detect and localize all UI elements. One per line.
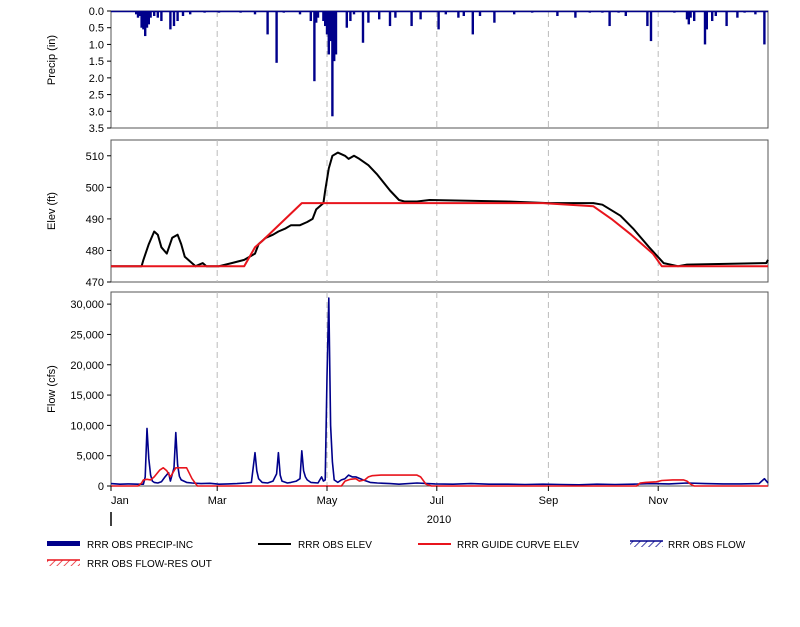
precip-bar [705, 11, 708, 30]
precip-bar [608, 11, 611, 27]
precip-bar [763, 11, 766, 45]
precip-bar [349, 11, 352, 22]
precip-bar [493, 11, 496, 23]
precip-bar [361, 11, 365, 43]
legend-label: RRR OBS ELEV [298, 540, 372, 551]
x-axis: Jan Mar May Jul Sep Nov 2010 [110, 486, 668, 526]
panel-precip: 0.0 0.5 1.0 1.5 2.0 2.5 3.0 3.5 Precip (in) [46, 6, 769, 135]
legend-entry: RRR GUIDE CURVE ELEV [418, 540, 579, 551]
y-tick-label: 25,000 [70, 329, 104, 341]
precip-bar [266, 11, 269, 35]
legend-entry: RRR OBS FLOW [630, 540, 746, 551]
y-tick-label: 10,000 [70, 420, 104, 432]
precip-bar [437, 11, 440, 30]
precip-bar [419, 11, 422, 20]
panel-frame [110, 291, 769, 487]
precip-bar [169, 11, 172, 30]
y-tick-label: 20,000 [70, 360, 104, 372]
y-tick-label: 480 [86, 245, 104, 257]
legend-swatch [47, 560, 80, 566]
precip-bar [345, 11, 348, 28]
precip-bar [693, 11, 696, 22]
legend-label: RRR OBS FLOW [668, 540, 746, 551]
x-tick-label: Jul [430, 495, 444, 507]
y-axis-label: Precip (in) [46, 35, 58, 85]
y-axis-label: Elev (ft) [46, 192, 58, 230]
y-tick-label: 490 [86, 214, 104, 226]
legend-entry: RRR OBS ELEV [258, 540, 372, 551]
legend: RRR OBS PRECIP-INC RRR OBS ELEV RRR GUIDE … [47, 540, 746, 570]
panel-elev: 470 480 490 500 510 Elev (ft) [46, 139, 769, 289]
precip-bar [471, 11, 474, 35]
y-axis-label: Flow (cfs) [46, 365, 58, 413]
legend-label: RRR OBS FLOW-RES OUT [87, 559, 212, 570]
legend-entry: RRR OBS PRECIP-INC [47, 540, 193, 551]
x-tick-label: Jan [111, 495, 129, 507]
precip-bar [646, 11, 649, 27]
y-tick-label: 0 [98, 481, 104, 493]
y-tick-label: 0.5 [89, 23, 104, 35]
y-tick-label: 500 [86, 182, 104, 194]
y-tick-label: 0.0 [89, 6, 104, 18]
x-tick-label: Sep [539, 495, 559, 507]
y-tick-label: 1.0 [89, 39, 104, 51]
precip-bar [711, 11, 714, 22]
x-tick-label: May [317, 495, 338, 507]
y-tick-label: 5,000 [76, 451, 104, 463]
precip-bar [176, 11, 179, 22]
hydrograph-chart: 0.0 0.5 1.0 1.5 2.0 2.5 3.0 3.5 Precip (in) 470 48… [46, 6, 769, 570]
y-tick-label: 15,000 [70, 390, 104, 402]
y-tick-label: 3.5 [89, 123, 104, 135]
precip-bar [160, 11, 163, 22]
precip-bar [378, 11, 381, 20]
y-tick-label: 1.5 [89, 56, 104, 68]
chart-panels: 0.0 0.5 1.0 1.5 2.0 2.5 3.0 3.5 Precip (in) 470 48… [46, 6, 769, 493]
precip-bar [275, 11, 278, 63]
year-label: 2010 [427, 514, 451, 526]
y-tick-label: 2.0 [89, 73, 104, 85]
precip-bar [649, 11, 653, 42]
x-tick-label: Mar [208, 495, 227, 507]
legend-label: RRR OBS PRECIP-INC [87, 540, 193, 551]
precip-bar [725, 11, 728, 27]
precip-bar [172, 11, 176, 27]
x-tick-label: Nov [648, 495, 668, 507]
precip-bar [410, 11, 413, 27]
precip-bar [334, 11, 338, 55]
y-tick-label: 510 [86, 151, 104, 163]
precip-bar [309, 11, 312, 22]
y-tick-label: 3.0 [89, 106, 104, 118]
legend-swatch [630, 541, 663, 547]
legend-swatch [47, 541, 80, 546]
y-tick-label: 30,000 [70, 299, 104, 311]
panel-flow: 0 5,000 10,000 15,000 20,000 25,000 30,000 Flow… [46, 291, 769, 493]
legend-label: RRR GUIDE CURVE ELEV [457, 540, 579, 551]
legend-entry: RRR OBS FLOW-RES OUT [47, 559, 212, 570]
precip-bar [367, 11, 370, 23]
y-tick-label: 470 [86, 277, 104, 289]
precip-bar [388, 11, 392, 27]
y-tick-label: 2.5 [89, 90, 104, 102]
panel-frame [110, 139, 769, 283]
